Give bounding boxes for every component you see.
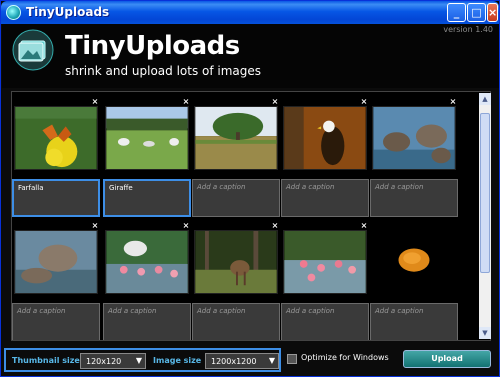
close-button[interactable]: ×: [487, 3, 498, 22]
delete-icon[interactable]: ×: [271, 98, 279, 106]
image-thumbnail[interactable]: [105, 106, 189, 170]
caption-field[interactable]: Add a caption: [370, 303, 458, 340]
title-bar[interactable]: TinyUploads _ □ ×: [1, 1, 499, 24]
maximize-button[interactable]: □: [467, 3, 486, 22]
version-label: version 1.40: [443, 25, 493, 34]
image-thumbnail[interactable]: [283, 106, 367, 170]
delete-icon[interactable]: ×: [182, 98, 190, 106]
delete-icon[interactable]: ×: [449, 98, 457, 106]
thumbnail-size-select[interactable]: 120x120 ▼: [80, 353, 146, 369]
image-size-value: 1200x1200: [211, 357, 257, 366]
scroll-up-icon[interactable]: ▲: [479, 93, 491, 105]
maximize-icon: □: [471, 6, 482, 19]
minimize-button[interactable]: _: [447, 3, 466, 22]
thumbnail-size-label: Thumbnail size: [12, 356, 80, 365]
scroll-down-icon[interactable]: ▼: [479, 327, 491, 339]
caption-field[interactable]: Giraffe: [103, 179, 191, 217]
thumbnail-size-value: 120x120: [86, 357, 122, 366]
caption-field[interactable]: Add a caption: [192, 179, 280, 217]
image-thumbnail[interactable]: [194, 106, 278, 170]
scrollbar[interactable]: ▲ ▼: [479, 93, 491, 339]
close-icon: ×: [488, 6, 498, 19]
caption-field[interactable]: Add a caption: [370, 179, 458, 217]
image-thumbnail[interactable]: [14, 106, 98, 170]
delete-icon[interactable]: ×: [182, 222, 190, 230]
chevron-down-icon: ▼: [268, 356, 275, 365]
upload-button[interactable]: Upload: [403, 350, 491, 368]
image-thumbnail[interactable]: [283, 230, 367, 294]
window-title: TinyUploads: [26, 5, 110, 19]
bottom-bar: Thumbnail size 120x120 ▼ Image size 1200…: [1, 347, 499, 377]
caption-field[interactable]: Add a caption: [103, 303, 191, 340]
caption-field[interactable]: Add a caption: [281, 179, 369, 217]
app-window: TinyUploads _ □ × TinyUploads shrink and…: [0, 0, 500, 377]
image-thumbnail[interactable]: [14, 230, 98, 294]
chevron-down-icon: ▼: [135, 356, 142, 365]
minimize-icon: _: [453, 6, 460, 19]
caption-field[interactable]: Farfalla: [12, 179, 100, 217]
image-thumbnail[interactable]: [105, 230, 189, 294]
caption-field[interactable]: Add a caption: [281, 303, 369, 340]
caption-field[interactable]: Add a caption: [12, 303, 100, 340]
app-name: TinyUploads: [65, 31, 240, 61]
image-size-select[interactable]: 1200x1200 ▼: [205, 353, 279, 369]
logo-icon: [12, 29, 54, 71]
scroll-thumb[interactable]: [480, 113, 490, 273]
delete-icon[interactable]: ×: [91, 222, 99, 230]
delete-icon[interactable]: ×: [360, 98, 368, 106]
image-thumbnail[interactable]: [372, 106, 456, 170]
image-thumbnail[interactable]: [372, 230, 456, 294]
optimize-checkbox[interactable]: [287, 354, 297, 364]
image-thumbnail[interactable]: [194, 230, 278, 294]
image-grid: × Farfalla × Giraffe × Add a caption × A…: [11, 91, 491, 341]
app-icon: [6, 5, 21, 20]
delete-icon[interactable]: ×: [271, 222, 279, 230]
image-size-label: Image size: [153, 356, 202, 365]
optimize-label: Optimize for Windows: [301, 353, 389, 362]
delete-icon[interactable]: ×: [360, 222, 368, 230]
size-settings: Thumbnail size 120x120 ▼ Image size 1200…: [4, 348, 281, 372]
app-tagline: shrink and upload lots of images: [65, 64, 262, 78]
caption-field[interactable]: Add a caption: [192, 303, 280, 340]
delete-icon[interactable]: ×: [91, 98, 99, 106]
